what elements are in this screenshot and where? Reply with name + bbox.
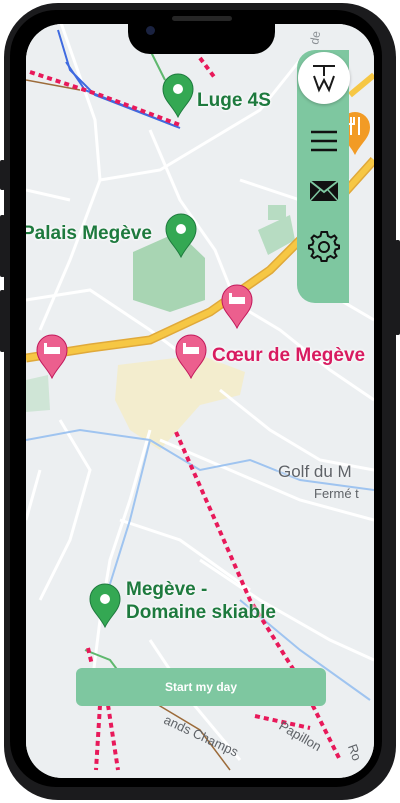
- notch: [128, 18, 275, 54]
- place-status-golf: Fermé t: [314, 486, 359, 501]
- place-label-palais[interactable]: Palais Megève: [26, 223, 152, 245]
- place-label-coeur[interactable]: Cœur de Megève: [212, 345, 365, 367]
- menu-icon: [311, 130, 337, 152]
- place-label-domaine-2[interactable]: Domaine skiable: [126, 602, 276, 624]
- mute-switch: [0, 160, 5, 190]
- mail-button[interactable]: [307, 174, 341, 208]
- menu-button[interactable]: [307, 124, 341, 158]
- place-label-luge[interactable]: Luge 4S: [197, 90, 271, 112]
- settings-button[interactable]: [307, 230, 341, 264]
- speaker: [172, 16, 232, 21]
- mail-icon: [309, 180, 339, 202]
- app-logo[interactable]: [298, 52, 350, 104]
- power-button: [395, 240, 400, 335]
- place-label-golf[interactable]: Golf du M: [278, 462, 352, 482]
- svg-text:de: de: [307, 30, 323, 46]
- logo-icon: [313, 65, 335, 93]
- volume-down-button: [0, 290, 5, 352]
- volume-up-button: [0, 215, 5, 277]
- start-my-day-button[interactable]: Start my day: [76, 668, 326, 706]
- park-area: [26, 375, 50, 412]
- park-area: [268, 205, 286, 220]
- camera: [146, 26, 155, 35]
- settings-icon: [308, 231, 340, 262]
- place-label-domaine-1[interactable]: Megève -: [126, 579, 207, 601]
